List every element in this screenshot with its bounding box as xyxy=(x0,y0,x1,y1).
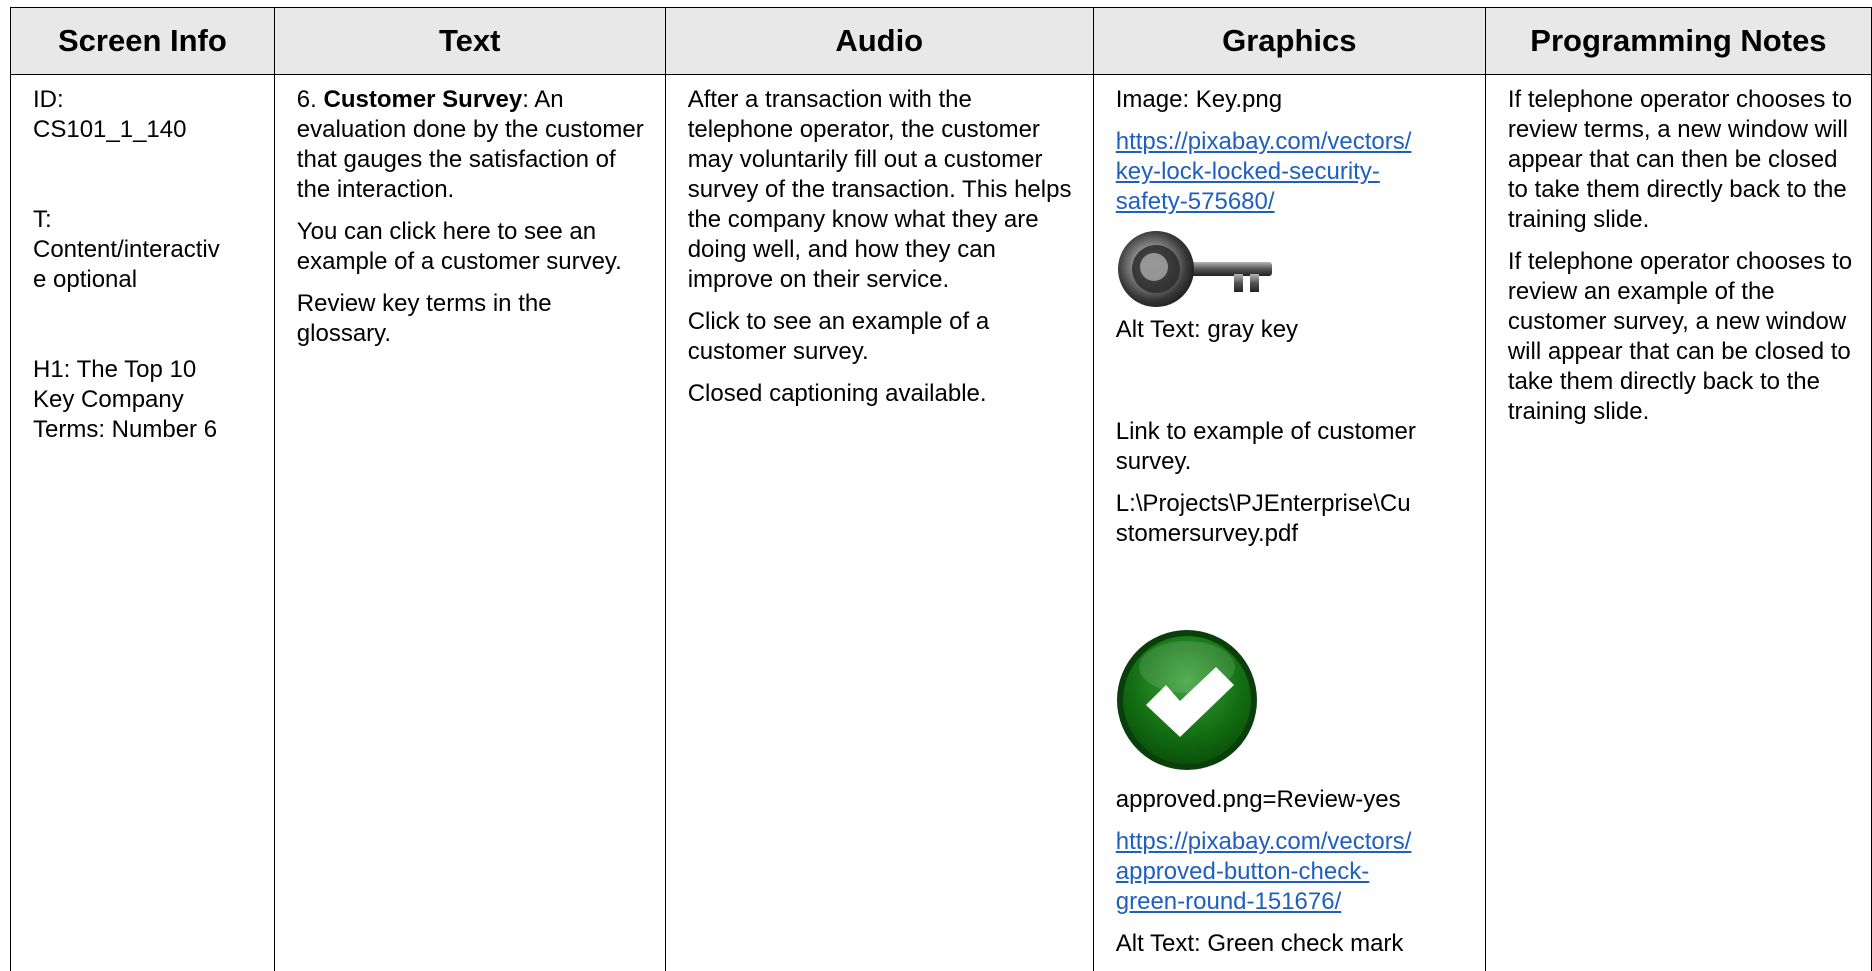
type-label: T: xyxy=(33,205,256,235)
survey-file-path: L:\Projects\PJEnterprise\Cu stomersurvey… xyxy=(1116,489,1467,549)
h1-line-1: H1: The Top 10 xyxy=(33,355,256,385)
image2-name: approved.png=Review-yes xyxy=(1116,785,1467,815)
checkmark-icon xyxy=(1116,629,1258,771)
image1-link[interactable]: https://pixabay.com/vectors/ key-lock-lo… xyxy=(1116,127,1467,217)
programming-notes-cell: If telephone operator chooses to review … xyxy=(1485,75,1871,971)
image1-link-line-1[interactable]: https://pixabay.com/vectors/ xyxy=(1116,128,1412,155)
audio-click-prompt: Click to see an example of a customer su… xyxy=(688,307,1075,367)
header-screen-info: Screen Info xyxy=(11,8,275,75)
id-value: CS101_1_140 xyxy=(33,115,256,145)
survey-example-text[interactable]: You can click here to see an example of … xyxy=(297,217,647,277)
term-definition: 6. Customer Survey: An evaluation done b… xyxy=(297,85,647,205)
header-audio: Audio xyxy=(665,8,1093,75)
header-row: Screen Info Text Audio Graphics Programm… xyxy=(11,8,1872,75)
image2-link-line-1[interactable]: https://pixabay.com/vectors/ xyxy=(1116,828,1412,855)
header-graphics: Graphics xyxy=(1093,8,1485,75)
text-cell: 6. Customer Survey: An evaluation done b… xyxy=(274,75,665,971)
h1-line-3: Terms: Number 6 xyxy=(33,415,256,445)
survey-file-path-line-2: stomersurvey.pdf xyxy=(1116,520,1298,547)
header-programming-notes: Programming Notes xyxy=(1485,8,1871,75)
audio-cell: After a transaction with the telephone o… xyxy=(665,75,1093,971)
header-text: Text xyxy=(274,8,665,75)
h1-line-2: Key Company xyxy=(33,385,256,415)
programming-note-1: If telephone operator chooses to review … xyxy=(1508,85,1853,235)
term-number: 6. xyxy=(297,86,324,113)
content-row: ID: CS101_1_140 T: Content/interactiv e … xyxy=(11,75,1872,971)
audio-captioning: Closed captioning available. xyxy=(688,379,1075,409)
image2-link-line-2[interactable]: approved-button-check- xyxy=(1116,858,1369,885)
type-value-2: e optional xyxy=(33,265,256,295)
graphics-cell: Image: Key.png https://pixabay.com/vecto… xyxy=(1093,75,1485,971)
type-value-1: Content/interactiv xyxy=(33,235,256,265)
audio-narration: After a transaction with the telephone o… xyxy=(688,85,1075,295)
image1-link-line-3[interactable]: safety-575680/ xyxy=(1116,188,1275,215)
key-icon xyxy=(1116,229,1276,309)
id-label: ID: xyxy=(33,85,256,115)
programming-note-2: If telephone operator chooses to review … xyxy=(1508,247,1853,427)
image2-link-line-3[interactable]: green-round-151676/ xyxy=(1116,888,1342,915)
glossary-text[interactable]: Review key terms in the glossary. xyxy=(297,289,647,349)
image2-link[interactable]: https://pixabay.com/vectors/ approved-bu… xyxy=(1116,827,1467,917)
image1-alt-text: Alt Text: gray key xyxy=(1116,315,1467,345)
image1-link-line-2[interactable]: key-lock-locked-security- xyxy=(1116,158,1380,185)
survey-link-text: Link to example of customer survey. xyxy=(1116,417,1467,477)
image1-name: Image: Key.png xyxy=(1116,85,1467,115)
storyboard-table: Screen Info Text Audio Graphics Programm… xyxy=(10,7,1872,971)
survey-file-path-line-1: L:\Projects\PJEnterprise\Cu xyxy=(1116,490,1411,517)
image2-alt-text: Alt Text: Green check mark xyxy=(1116,929,1467,959)
screen-info-cell: ID: CS101_1_140 T: Content/interactiv e … xyxy=(11,75,275,971)
term-name: Customer Survey xyxy=(323,86,522,113)
